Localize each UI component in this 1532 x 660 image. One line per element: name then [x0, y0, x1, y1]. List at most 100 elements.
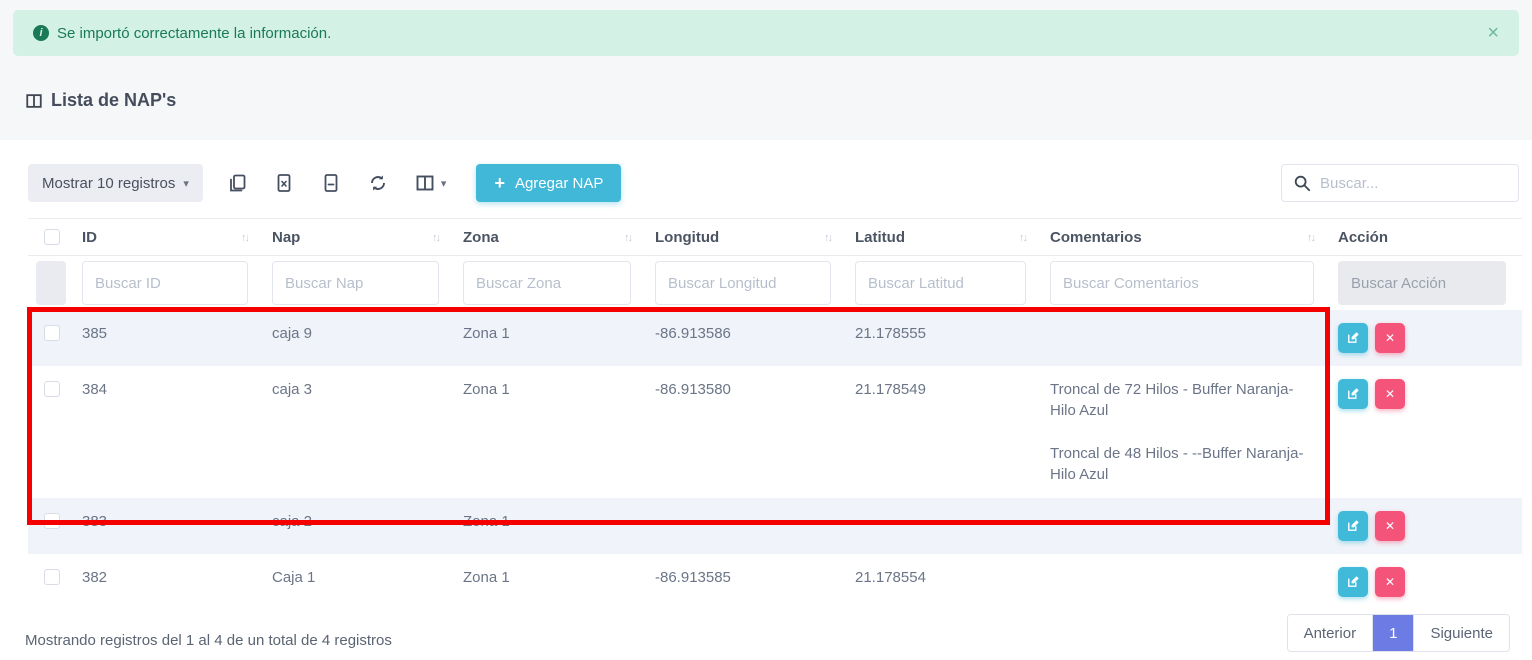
cell-comentarios: Troncal de 72 Hilos - Buffer Naranja- Hi…: [1042, 366, 1330, 498]
column-label: ID: [82, 229, 97, 246]
edit-icon: [1346, 519, 1360, 533]
filter-zona-input[interactable]: [463, 261, 631, 305]
x-icon: ✕: [1385, 519, 1395, 533]
column-header-longitud[interactable]: Longitud ↑↓: [647, 219, 847, 256]
filter-row: [28, 256, 1522, 311]
pagination: Anterior 1 Siguiente: [1287, 614, 1510, 652]
x-icon: ✕: [1385, 331, 1395, 345]
row-checkbox[interactable]: [44, 325, 60, 341]
alert-close-button[interactable]: ×: [1487, 23, 1499, 43]
cell-id: 383: [74, 498, 264, 554]
filter-id-input[interactable]: [82, 261, 248, 305]
export-excel-button[interactable]: [274, 173, 294, 193]
table-row: 385 caja 9 Zona 1 -86.913586 21.178555 ✕: [28, 310, 1522, 366]
edit-icon: [1346, 331, 1360, 345]
edit-button[interactable]: [1338, 567, 1368, 597]
table-card: Mostrar 10 registros ▾: [0, 140, 1532, 660]
comment-line: Troncal de 72 Hilos - Buffer Naranja- Hi…: [1050, 379, 1322, 421]
cell-comentarios: [1042, 310, 1330, 366]
row-checkbox[interactable]: [44, 569, 60, 585]
copy-icon: [227, 173, 247, 193]
copy-button[interactable]: [227, 173, 247, 193]
cell-comentarios: [1042, 498, 1330, 554]
cell-latitud: 21.178555: [847, 310, 1042, 366]
cell-zona: Zona 1: [455, 366, 647, 498]
column-visibility-button[interactable]: ▾: [415, 173, 447, 193]
edit-icon: [1346, 387, 1360, 401]
add-nap-button[interactable]: + Agregar NAP: [476, 164, 621, 202]
plus-icon: +: [494, 174, 505, 192]
table-row: 384 caja 3 Zona 1 -86.913580 21.178549 T…: [28, 366, 1522, 498]
refresh-button[interactable]: [368, 173, 388, 193]
refresh-icon: [368, 173, 388, 193]
chevron-down-icon: ▾: [183, 177, 189, 190]
edit-button[interactable]: [1338, 323, 1368, 353]
pagination-page-1-button[interactable]: 1: [1372, 615, 1413, 651]
table-icon: [25, 92, 43, 110]
column-label: Longitud: [655, 229, 719, 246]
row-checkbox[interactable]: [44, 381, 60, 397]
export-icon-group: ▾: [227, 173, 447, 193]
x-icon: ✕: [1385, 387, 1395, 401]
page-title: Lista de NAP's: [25, 90, 176, 111]
pagination-next-button[interactable]: Siguiente: [1413, 615, 1509, 651]
cell-longitud: [647, 498, 847, 554]
delete-button[interactable]: ✕: [1375, 567, 1405, 597]
nap-table: ID ↑↓ Nap ↑↓ Zona ↑↓ Longitud ↑↓ Latitud…: [28, 218, 1522, 610]
column-label: Acción: [1338, 229, 1388, 246]
cell-zona: Zona 1: [455, 310, 647, 366]
show-records-dropdown[interactable]: Mostrar 10 registros ▾: [28, 164, 203, 202]
cell-latitud: [847, 498, 1042, 554]
filter-checkbox-placeholder: [36, 261, 66, 305]
cell-latitud: 21.178554: [847, 554, 1042, 610]
column-header-comentarios[interactable]: Comentarios ↑↓: [1042, 219, 1330, 256]
column-header-id[interactable]: ID ↑↓: [74, 219, 264, 256]
comment-line: Troncal de 48 Hilos - --Buffer Naranja- …: [1050, 443, 1322, 485]
column-header-zona[interactable]: Zona ↑↓: [455, 219, 647, 256]
cell-longitud: -86.913585: [647, 554, 847, 610]
pagination-previous-button[interactable]: Anterior: [1288, 615, 1373, 651]
filter-comentarios-input[interactable]: [1050, 261, 1314, 305]
column-label: Comentarios: [1050, 229, 1142, 246]
cell-id: 384: [74, 366, 264, 498]
sort-icon: ↑↓: [624, 232, 631, 244]
cell-latitud: 21.178549: [847, 366, 1042, 498]
edit-button[interactable]: [1338, 511, 1368, 541]
column-header-nap[interactable]: Nap ↑↓: [264, 219, 455, 256]
edit-icon: [1346, 575, 1360, 589]
edit-button[interactable]: [1338, 379, 1368, 409]
select-all-checkbox[interactable]: [44, 229, 60, 245]
column-header-accion: Acción: [1330, 219, 1522, 256]
filter-nap-input[interactable]: [272, 261, 439, 305]
delete-button[interactable]: ✕: [1375, 379, 1405, 409]
page-title-label: Lista de NAP's: [51, 90, 176, 111]
table-row: 382 Caja 1 Zona 1 -86.913585 21.178554 ✕: [28, 554, 1522, 610]
chevron-down-icon: ▾: [441, 177, 447, 190]
delete-button[interactable]: ✕: [1375, 511, 1405, 541]
row-checkbox[interactable]: [44, 513, 60, 529]
info-icon: i: [33, 25, 49, 41]
cell-nap: caja 3: [264, 366, 455, 498]
filter-longitud-input[interactable]: [655, 261, 831, 305]
export-file-button[interactable]: [321, 173, 341, 193]
sort-icon: ↑↓: [1307, 232, 1314, 244]
filter-latitud-input[interactable]: [855, 261, 1026, 305]
column-label: Nap: [272, 229, 300, 246]
cell-nap: Caja 1: [264, 554, 455, 610]
sort-icon: ↑↓: [824, 232, 831, 244]
excel-file-icon: [274, 173, 294, 193]
alert-message: Se importó correctamente la información.: [57, 25, 331, 42]
header-row: ID ↑↓ Nap ↑↓ Zona ↑↓ Longitud ↑↓ Latitud…: [28, 219, 1522, 256]
table-row: 383 caja 2 Zona 1 ✕: [28, 498, 1522, 554]
sort-icon: ↑↓: [432, 232, 439, 244]
cell-id: 385: [74, 310, 264, 366]
column-header-latitud[interactable]: Latitud ↑↓: [847, 219, 1042, 256]
columns-icon: [415, 173, 435, 193]
delete-button[interactable]: ✕: [1375, 323, 1405, 353]
filter-accion-input: [1338, 261, 1506, 305]
cell-longitud: -86.913586: [647, 310, 847, 366]
cell-longitud: -86.913580: [647, 366, 847, 498]
global-search: [1281, 164, 1519, 202]
search-input[interactable]: [1281, 164, 1519, 202]
sort-icon: ↑↓: [1019, 232, 1026, 244]
